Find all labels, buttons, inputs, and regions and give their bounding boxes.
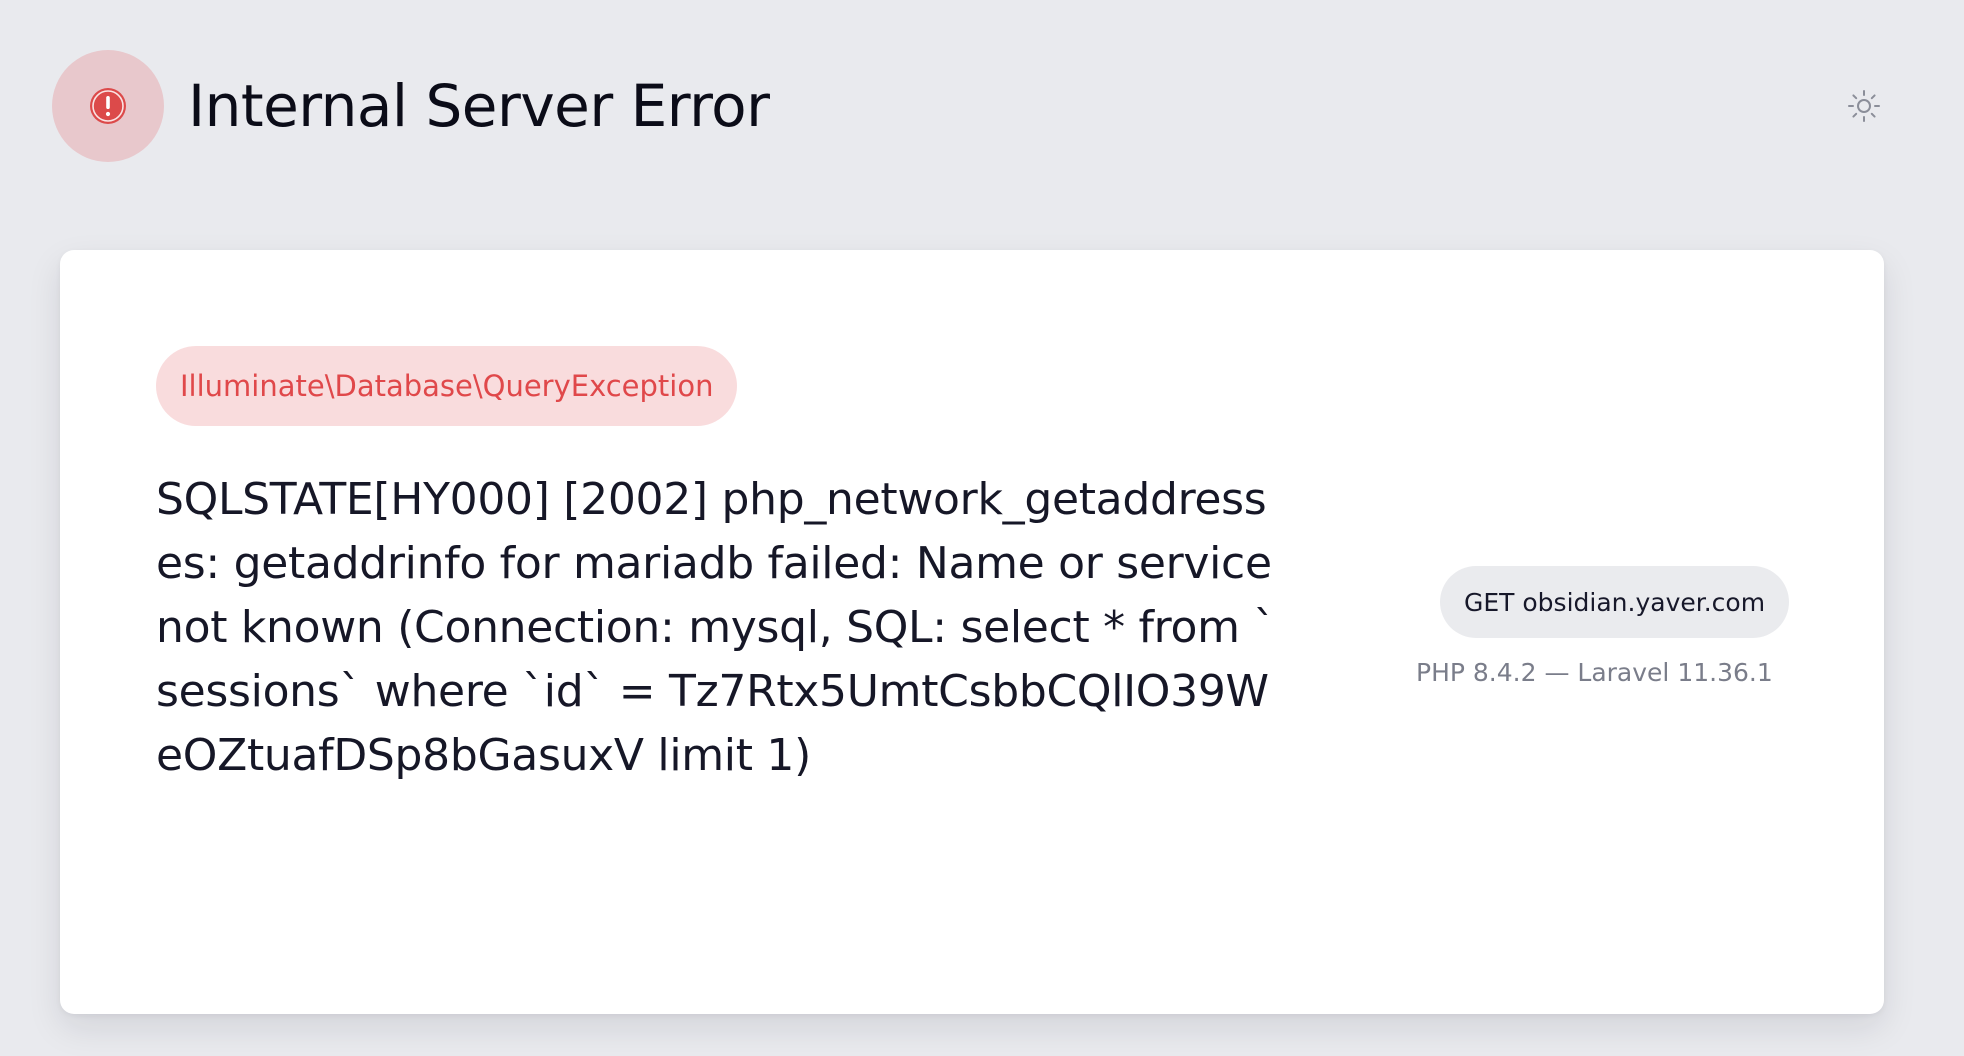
exception-card: Illuminate\Database\QueryException SQLST… [60,250,1884,1014]
version-info: PHP 8.4.2 — Laravel 11.36.1 [1416,658,1773,687]
page-header: Internal Server Error [52,50,770,162]
error-badge [52,50,164,162]
sun-icon [1848,90,1880,122]
exclamation-circle-icon [90,88,126,124]
exception-class-badge: Illuminate\Database\QueryException [156,346,738,426]
theme-toggle-button[interactable] [1846,88,1882,124]
page-title: Internal Server Error [188,72,770,140]
exception-message: SQLSTATE[HY000] [2002] php_network_getad… [156,474,1276,781]
request-badge: GET obsidian.yaver.com [1440,566,1790,638]
